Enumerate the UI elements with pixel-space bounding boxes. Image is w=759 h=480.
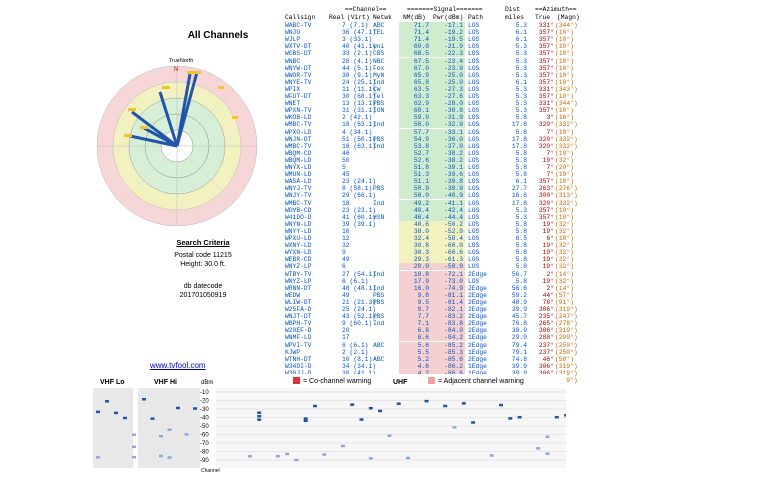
signal-mark	[545, 452, 550, 455]
signal-mark	[176, 406, 180, 410]
signal-mark	[322, 453, 327, 456]
signal-mark	[340, 444, 345, 448]
db-datecode-label: db datecode	[183, 283, 223, 290]
signal-mark	[184, 433, 189, 436]
signal-mark	[554, 415, 559, 419]
search-criteria-heading: Search Criteria	[176, 238, 230, 247]
signal-mark	[150, 417, 155, 420]
dist-group-header: Dist	[505, 6, 521, 13]
azimuth-group-header: ==Azimuth==	[535, 6, 577, 13]
signal-mark	[424, 399, 429, 403]
signal-mark	[247, 455, 252, 458]
signal-mark	[471, 421, 476, 424]
signal-mark	[159, 435, 163, 438]
compass-label: TrueNorth	[169, 58, 194, 64]
signal-mark	[350, 403, 355, 406]
antenna-height: Height: 30.0 ft.	[180, 261, 226, 268]
signal-mark	[96, 410, 100, 414]
signal-mark	[545, 435, 550, 439]
y-tick: -20	[200, 399, 209, 405]
y-tick: -80	[200, 450, 209, 456]
col-magn: (Magn)	[557, 14, 580, 21]
x-axis-label: Channel	[201, 468, 220, 474]
signal-mark	[114, 411, 118, 415]
signal-mark	[285, 452, 290, 456]
signal-mark	[396, 402, 401, 405]
col-real: Real	[329, 14, 345, 21]
spectrum-chart: -10 -20 -30 -40 -50 -60 -70 -80 -90 VHF Lo VHF H…	[88, 374, 566, 474]
signal-mark	[257, 414, 262, 418]
signal-mark	[167, 456, 172, 459]
adjacent-legend-swatch	[428, 377, 435, 384]
signal-mark	[257, 411, 262, 414]
signal-mark	[461, 402, 466, 405]
signal-mark	[378, 409, 383, 413]
signal-mark	[517, 415, 522, 419]
band-uhf: UHF	[393, 379, 408, 386]
y-axis-label: dBm	[201, 380, 213, 386]
signal-mark	[275, 454, 280, 458]
site-link[interactable]: www.tvfool.com	[150, 361, 206, 370]
polar-plot: TrueNorth N	[96, 58, 258, 226]
signal-mark	[159, 454, 163, 458]
signal-mark	[368, 406, 373, 410]
signal-mark	[167, 428, 172, 431]
postal-code: Postal code 11215	[174, 252, 232, 259]
signal-mark	[132, 455, 136, 459]
col-miles: miles	[505, 14, 524, 21]
y-tick: -70	[200, 441, 209, 447]
channel-group-header: ==Channel==	[345, 6, 387, 13]
band-vhf-lo: VHF Lo	[100, 379, 125, 386]
signal-mark	[132, 445, 136, 449]
col-nm: NM(dB)	[403, 14, 426, 21]
signal-mark	[303, 419, 308, 423]
signal-mark	[96, 456, 100, 459]
signal-mark	[564, 414, 566, 417]
col-true: True	[535, 14, 551, 21]
signal-mark	[142, 398, 146, 401]
signal-mark	[193, 407, 197, 410]
cochannel-legend: = Co-channel warning	[303, 378, 371, 385]
y-tick: -10	[200, 390, 209, 396]
y-tick: -60	[200, 433, 209, 439]
signal-mark	[536, 447, 541, 450]
signal-mark	[406, 456, 410, 460]
db-datecode-value: 201701050919	[179, 292, 227, 299]
signal-mark	[508, 417, 513, 420]
signal-mark	[313, 404, 317, 408]
col-path: Path	[468, 14, 484, 21]
signal-mark	[294, 458, 299, 462]
y-tick: -30	[200, 407, 209, 413]
signal-mark	[257, 418, 262, 421]
y-tick: -40	[200, 416, 209, 422]
col-callsign: Callsign	[285, 14, 316, 21]
signal-mark	[489, 454, 494, 457]
col-network: Netwk	[373, 14, 392, 21]
signal-mark	[499, 403, 503, 407]
panel-title: All Channels	[187, 30, 249, 41]
signal-mark	[452, 426, 457, 429]
y-tick: -90	[200, 458, 209, 464]
signal-mark	[387, 434, 392, 437]
signal-mark	[368, 457, 373, 460]
band-vhf-hi: VHF Hi	[154, 379, 177, 386]
adjacent-legend: = Adjacent channel warning	[438, 378, 524, 385]
cochannel-legend-swatch	[293, 377, 300, 384]
signal-group-header: =======Signal=======	[407, 6, 483, 13]
col-virt: (Virt)	[347, 14, 370, 21]
signal-mark	[123, 416, 127, 420]
signal-mark	[132, 433, 136, 437]
signal-mark	[303, 417, 308, 420]
col-pwr: Pwr(dBm)	[433, 14, 464, 21]
signal-mark	[359, 418, 364, 421]
signal-mark	[105, 400, 109, 403]
north-marker: N	[174, 67, 178, 73]
y-tick: -50	[200, 424, 209, 430]
signal-mark	[443, 404, 448, 408]
